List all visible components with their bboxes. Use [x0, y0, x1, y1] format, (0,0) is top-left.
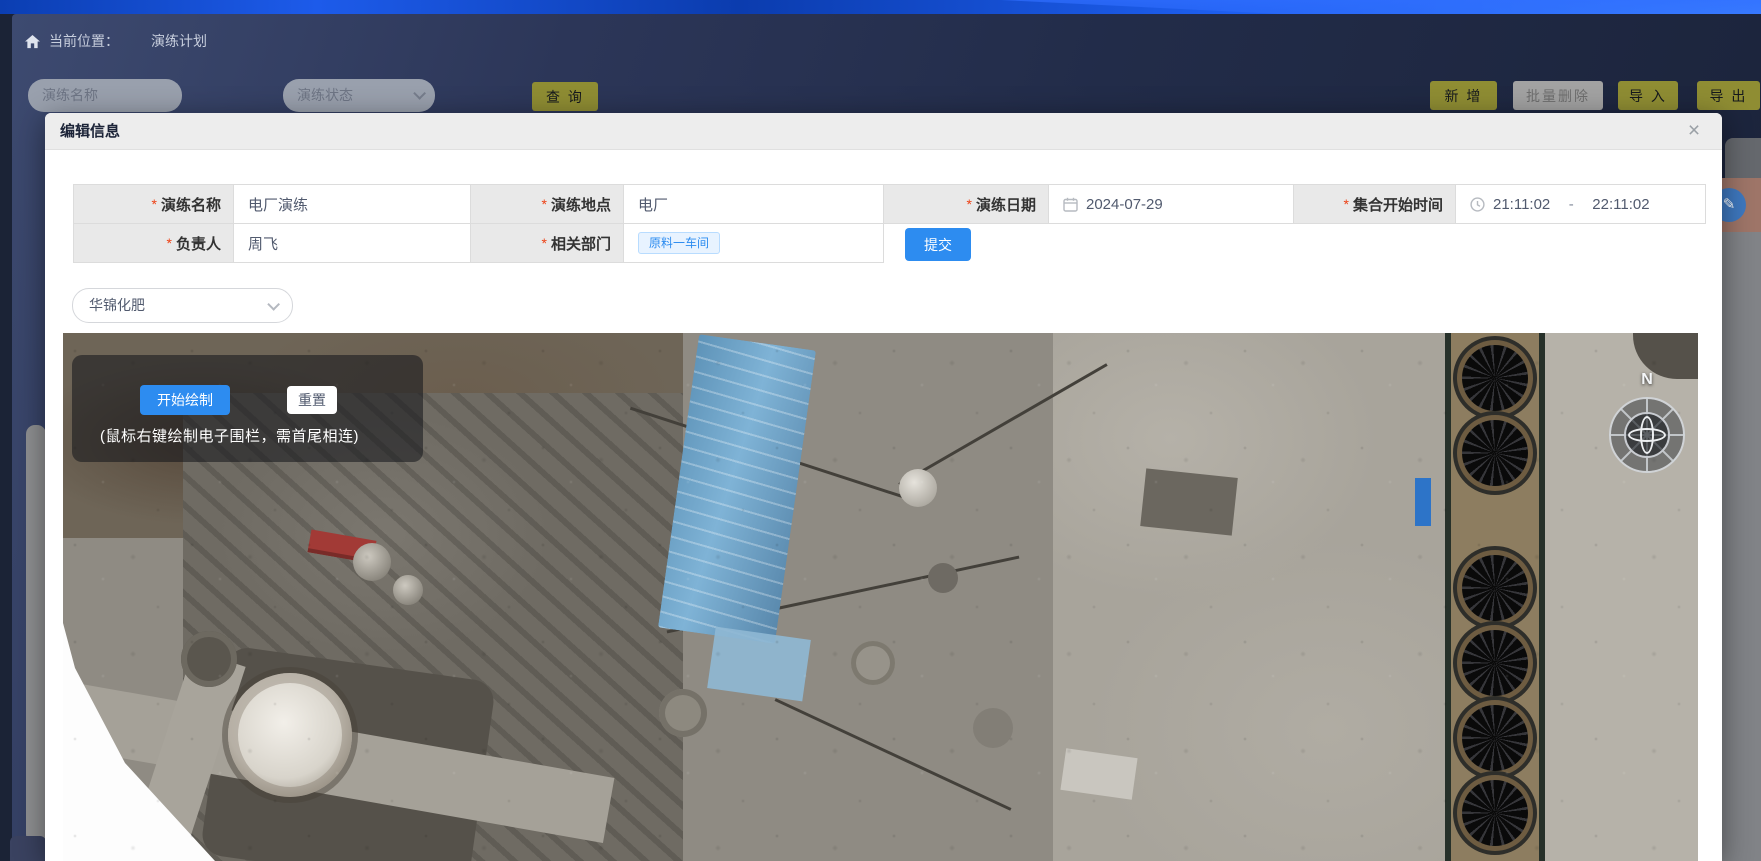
- start-draw-button[interactable]: 开始绘制: [140, 385, 230, 415]
- aerial-map[interactable]: 开始绘制 重置 (鼠标右键绘制电子围栏，需首尾相连) N: [63, 333, 1698, 861]
- required-marker: *: [967, 196, 972, 212]
- field-label-person-in-charge: * 负责人: [74, 224, 234, 263]
- background-table-area: [1722, 232, 1761, 861]
- home-icon[interactable]: [25, 33, 40, 49]
- required-marker: *: [542, 235, 547, 251]
- breadcrumb-prefix: 当前位置：: [49, 31, 119, 51]
- modal-header: 编辑信息 ×: [45, 113, 1722, 150]
- plant-select[interactable]: 华锦化肥: [72, 288, 293, 323]
- plant-select-value: 华锦化肥: [89, 297, 145, 313]
- field-label-drill-date: * 演练日期: [884, 185, 1049, 224]
- breadcrumb: 当前位置： 演练计划: [25, 31, 207, 51]
- export-button[interactable]: 导 出: [1697, 81, 1760, 110]
- compass-crosshair: [1640, 416, 1654, 454]
- chevron-down-icon: [267, 298, 280, 311]
- field-value-drill-location[interactable]: 电厂: [624, 185, 884, 224]
- department-tag[interactable]: 原料一车间: [638, 232, 720, 254]
- compass-control[interactable]: [1609, 397, 1685, 473]
- drill-name-input[interactable]: 演练名称: [28, 79, 182, 112]
- breadcrumb-current: 演练计划: [151, 31, 207, 51]
- draw-tools-panel: 开始绘制 重置 (鼠标右键绘制电子围栏，需首尾相连): [72, 355, 423, 462]
- field-label-related-department: * 相关部门: [471, 224, 624, 263]
- drill-status-placeholder: 演练状态: [297, 87, 353, 103]
- field-value-time-range[interactable]: 21:11:02 - 22:11:02: [1456, 185, 1706, 224]
- close-icon[interactable]: ×: [1682, 119, 1706, 143]
- field-label-drill-location: * 演练地点: [471, 185, 624, 224]
- draw-hint-text: (鼠标右键绘制电子围栏，需首尾相连): [100, 425, 359, 446]
- background-scrollbar[interactable]: [26, 425, 46, 843]
- time-start: 21:11:02: [1493, 196, 1550, 213]
- app-window: 当前位置： 演练计划 演练名称 演练状态 查 询 新 增 批量删除 导 入 导 …: [0, 0, 1761, 861]
- compass-north-label: N: [1609, 371, 1685, 389]
- drill-form-table: * 演练名称 电厂演练 * 演练地点 电厂 * 演练日期: [73, 184, 1706, 263]
- pencil-icon: ✎: [1723, 196, 1736, 213]
- clock-icon: [1470, 197, 1485, 212]
- time-separator: -: [1558, 196, 1584, 213]
- required-marker: *: [1344, 196, 1349, 212]
- field-value-related-department[interactable]: 原料一车间: [624, 224, 884, 263]
- modal-title: 编辑信息: [60, 113, 120, 150]
- field-value-drill-date[interactable]: 2024-07-29: [1049, 185, 1294, 224]
- field-value-person-in-charge[interactable]: 周飞: [234, 224, 471, 263]
- required-marker: *: [152, 196, 157, 212]
- submit-button[interactable]: 提交: [905, 228, 971, 261]
- reset-draw-button[interactable]: 重置: [287, 386, 337, 414]
- drill-status-select[interactable]: 演练状态: [283, 79, 435, 112]
- search-button[interactable]: 查 询: [532, 82, 598, 111]
- time-end: 22:11:02: [1592, 196, 1649, 213]
- field-label-drill-name: * 演练名称: [74, 185, 234, 224]
- edit-info-modal: 编辑信息 × * 演练名称 电厂演练 * 演练地点 电厂 * 演练日期: [45, 113, 1722, 861]
- field-label-start-time: * 集合开始时间: [1294, 185, 1456, 224]
- field-value-drill-name[interactable]: 电厂演练: [234, 185, 471, 224]
- import-button[interactable]: 导 入: [1618, 81, 1678, 110]
- background-corner-panel: [10, 836, 46, 861]
- calendar-icon: [1063, 197, 1078, 212]
- batch-delete-button[interactable]: 批量删除: [1513, 81, 1603, 110]
- chevron-down-icon: [413, 87, 426, 100]
- form-empty-area: [884, 224, 1706, 263]
- background-table-header: [1725, 138, 1761, 178]
- required-marker: *: [542, 196, 547, 212]
- required-marker: *: [167, 235, 172, 251]
- add-button[interactable]: 新 增: [1430, 81, 1497, 110]
